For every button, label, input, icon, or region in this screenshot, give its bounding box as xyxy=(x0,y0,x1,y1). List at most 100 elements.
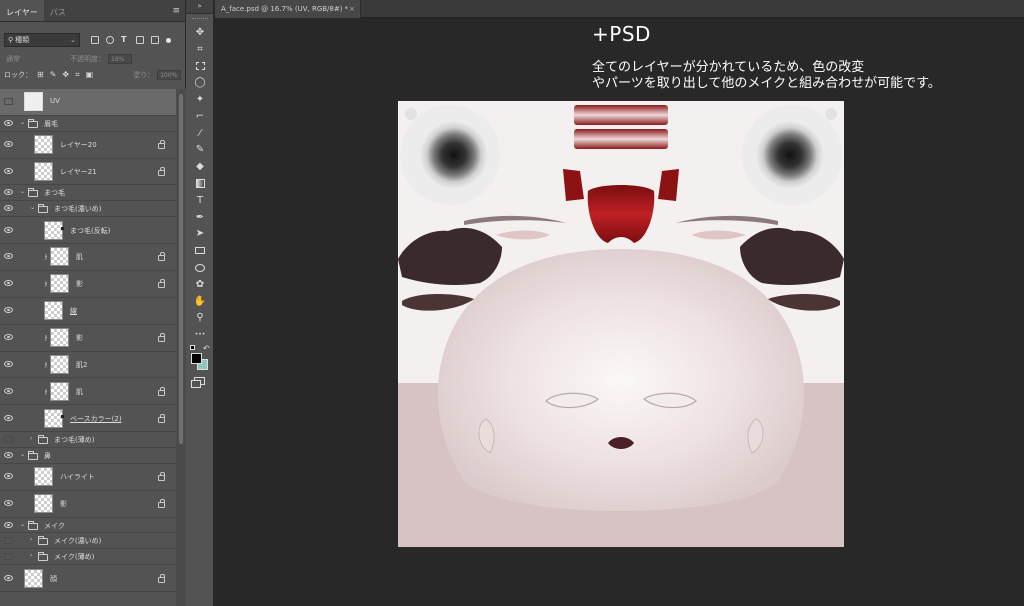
layer-thumbnail[interactable] xyxy=(50,328,69,348)
layer-thumbnail[interactable] xyxy=(34,467,53,487)
visibility-eye-icon[interactable] xyxy=(4,500,13,507)
layer-name[interactable]: 影 xyxy=(76,333,83,343)
layer-group-row[interactable]: › メイク(薄め) xyxy=(0,549,176,566)
custom-shape-tool[interactable]: ✿ xyxy=(186,276,214,293)
layer-name[interactable]: ベースカラー(2) xyxy=(70,414,122,424)
filter-toggle-icon[interactable] xyxy=(166,37,171,43)
layer-name[interactable]: レイヤー20 xyxy=(60,140,97,150)
eraser-tool[interactable]: ◆ xyxy=(186,158,214,175)
layer-name[interactable]: 肌2 xyxy=(76,360,87,370)
close-icon[interactable]: × xyxy=(349,0,355,18)
layer-row[interactable]: ハイライト xyxy=(0,463,176,491)
layer-thumbnail[interactable] xyxy=(34,135,53,155)
panel-menu-icon[interactable]: ≡ xyxy=(172,6,180,16)
layer-thumbnail[interactable] xyxy=(44,301,63,321)
visibility-eye-icon[interactable] xyxy=(4,226,13,233)
chevron-down-icon[interactable]: ⌄ xyxy=(30,204,35,211)
lock-position-icon[interactable]: ✥ xyxy=(62,71,69,79)
layer-thumbnail[interactable] xyxy=(50,381,69,401)
layer-thumbnail[interactable] xyxy=(24,92,43,112)
smart-object-filter-icon[interactable] xyxy=(151,36,159,44)
layer-group-row[interactable]: ⌄ まつ毛(濃いめ) xyxy=(0,201,176,218)
visibility-eye-icon[interactable] xyxy=(4,473,13,480)
visibility-off-icon[interactable] xyxy=(4,553,13,561)
layer-thumbnail[interactable] xyxy=(44,220,63,240)
screen-mode-icon[interactable] xyxy=(191,377,205,389)
chevron-down-icon[interactable]: ⌄ xyxy=(20,521,25,528)
layer-name[interactable]: 鼻 xyxy=(44,451,51,461)
ellipse-tool[interactable] xyxy=(186,259,214,276)
tab-layers[interactable]: レイヤー xyxy=(0,0,44,21)
lasso-tool[interactable]: ◯ xyxy=(186,74,214,91)
opacity-input[interactable]: 18% xyxy=(108,54,132,64)
layer-thumbnail[interactable] xyxy=(50,274,69,294)
layer-name[interactable]: メイク(濃いめ) xyxy=(54,536,101,546)
document-tab[interactable]: A_face.psd @ 16.7% (UV, RGB/8#) * × xyxy=(215,0,361,18)
rectangle-tool[interactable] xyxy=(186,242,214,259)
chevron-right-icon[interactable]: › xyxy=(30,435,32,442)
visibility-eye-icon[interactable] xyxy=(4,361,13,368)
layer-group-row[interactable]: ⌄ メイク xyxy=(0,517,176,534)
move-tool[interactable]: ✥ xyxy=(186,24,214,41)
lock-image-icon[interactable]: ✎ xyxy=(50,71,57,79)
lock-artboard-icon[interactable]: ⌗ xyxy=(75,71,80,79)
tools-grip[interactable] xyxy=(191,18,208,20)
visibility-eye-icon[interactable] xyxy=(4,141,13,148)
layer-thumbnail[interactable] xyxy=(34,162,53,182)
foreground-color-swatch[interactable] xyxy=(191,353,202,365)
swap-colors-icon[interactable]: ↶ xyxy=(203,344,210,353)
layer-row[interactable]: ベースカラー(2) xyxy=(0,405,176,433)
lock-transparency-icon[interactable]: ⊞ xyxy=(37,71,44,79)
pen-tool[interactable]: ✒ xyxy=(186,209,214,226)
layer-group-row[interactable]: ⌄ 鼻 xyxy=(0,448,176,464)
layer-row[interactable]: ɟ肌 xyxy=(0,378,176,406)
hand-tool[interactable]: ✋ xyxy=(186,293,214,310)
crop-tool[interactable]: ⌐ xyxy=(186,108,214,125)
chevron-down-icon[interactable]: ⌄ xyxy=(20,188,25,195)
layer-name[interactable]: 眉毛 xyxy=(44,119,58,129)
layer-name[interactable]: ハイライト xyxy=(60,472,95,482)
visibility-eye-icon[interactable] xyxy=(4,414,13,421)
face-texture-canvas[interactable] xyxy=(398,101,844,547)
visibility-eye-icon[interactable] xyxy=(4,119,13,126)
visibility-off-icon[interactable] xyxy=(4,436,13,444)
visibility-eye-icon[interactable] xyxy=(4,334,13,341)
visibility-eye-icon[interactable] xyxy=(4,521,13,528)
layer-name[interactable]: まつ毛(反転) xyxy=(70,226,110,236)
visibility-eye-icon[interactable] xyxy=(4,451,13,458)
more-tools[interactable]: ••• xyxy=(186,326,214,343)
layer-name[interactable]: UV xyxy=(50,97,60,105)
gradient-tool[interactable] xyxy=(186,175,214,192)
eyedropper-tool[interactable]: ⁄ xyxy=(186,125,214,142)
layer-row[interactable]: レイヤー21 xyxy=(0,158,176,186)
layer-thumbnail[interactable] xyxy=(44,408,63,428)
brush-tool[interactable]: ✎ xyxy=(186,142,214,159)
layer-row[interactable]: ɟ肌 xyxy=(0,244,176,271)
layer-group-row[interactable]: ⌄ まつ毛 xyxy=(0,185,176,202)
visibility-eye-icon[interactable] xyxy=(4,253,13,260)
layer-name[interactable]: 影 xyxy=(76,279,83,289)
layer-thumbnail[interactable] xyxy=(34,494,53,514)
layer-name[interactable]: まつ毛 xyxy=(44,188,65,198)
visibility-off-icon[interactable] xyxy=(4,98,13,106)
layer-name[interactable]: レイヤー21 xyxy=(60,167,97,177)
layer-name[interactable]: まつ毛(濃いめ) xyxy=(54,204,101,214)
tab-paths[interactable]: パス xyxy=(44,0,72,21)
magic-wand-tool[interactable]: ✦ xyxy=(186,91,214,108)
artboard-tool[interactable]: ⌗ xyxy=(186,41,214,58)
fill-input[interactable]: 100% xyxy=(157,70,182,80)
path-selection-tool[interactable]: ➤ xyxy=(186,226,214,243)
layer-row[interactable]: ɟ 肌2 xyxy=(0,351,176,379)
visibility-eye-icon[interactable] xyxy=(4,280,13,287)
layer-group-row[interactable]: › メイク(濃いめ) xyxy=(0,533,176,550)
chevron-down-icon[interactable]: ⌄ xyxy=(20,451,25,458)
blend-mode-select[interactable]: 通常 xyxy=(6,54,20,64)
filter-kind-select[interactable]: ⚲ 種類 ⌄ xyxy=(4,33,80,47)
layer-name[interactable]: 線 xyxy=(70,306,77,316)
visibility-eye-icon[interactable] xyxy=(4,574,13,581)
layer-thumbnail[interactable] xyxy=(50,247,69,267)
layer-row[interactable]: 線 xyxy=(0,297,176,325)
zoom-tool[interactable]: ⚲ xyxy=(186,310,214,327)
layer-group-row[interactable]: ⌄ 眉毛 xyxy=(0,115,176,132)
layer-name[interactable]: 肌 xyxy=(76,252,83,262)
